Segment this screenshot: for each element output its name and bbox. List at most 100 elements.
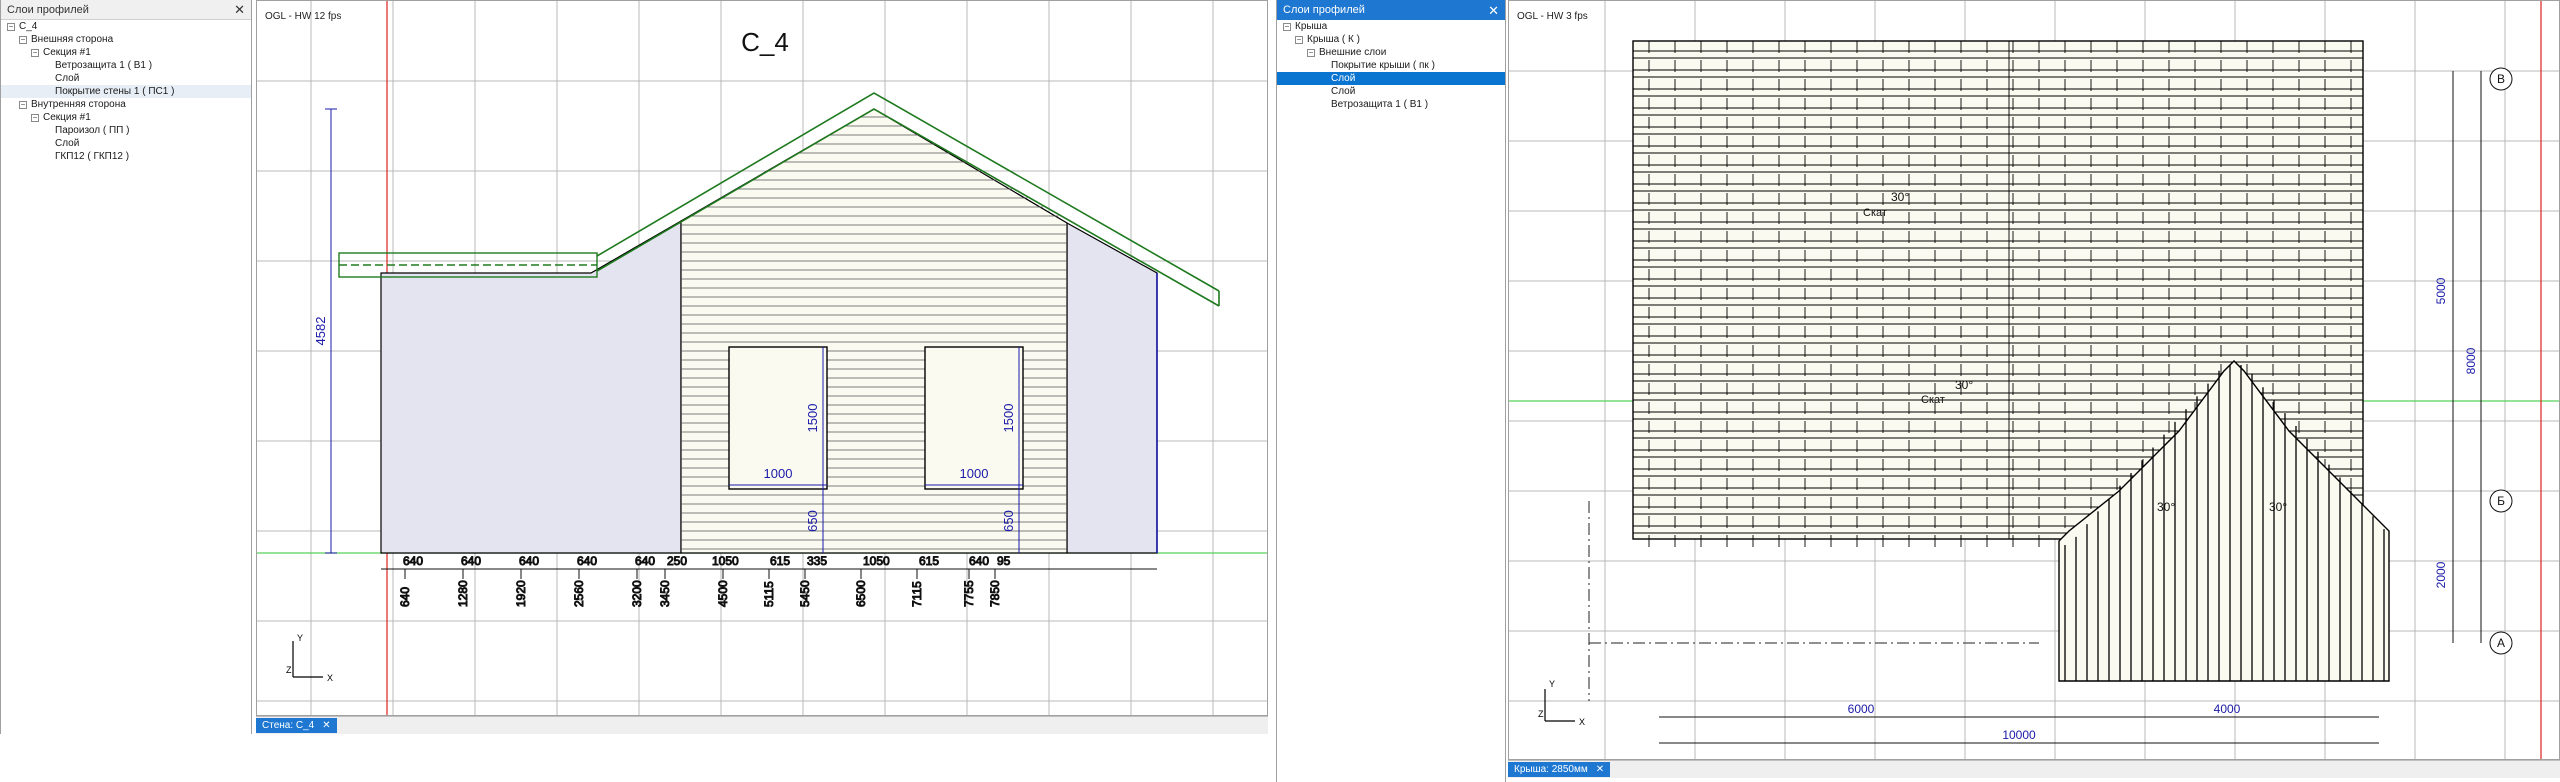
right-axis-gizmo: Y X Z — [1538, 679, 1585, 727]
left-tree-label: Секция #1 — [43, 112, 91, 123]
bottom-dim-label: 615 — [770, 554, 790, 568]
right-tree-item[interactable]: − Крыша — [1277, 20, 1505, 33]
slope-unit-2: Скат — [1921, 394, 1945, 406]
cumulative-dim-label: 3200 — [630, 580, 644, 607]
window1-height-dim: 1500 — [805, 404, 820, 433]
window2-sill-dim: 650 — [1001, 510, 1016, 532]
bottom-dim-label: 640 — [403, 554, 423, 568]
collapse-toggle-icon[interactable]: − — [1307, 48, 1315, 57]
left-tree-item[interactable]: − Внешняя сторона — [1, 33, 251, 46]
left-tree-item[interactable]: − Секция #1 — [1, 111, 251, 124]
left-layer-tree: − С_4− Внешняя сторона − Секция #1 Ветрозащит… — [1, 20, 251, 163]
slope-label-1: 30° — [1891, 190, 1909, 204]
bottom-dim-label: 335 — [807, 554, 827, 568]
tab-wall-c4[interactable]: Стена: С_4 ✕ — [256, 718, 337, 733]
bottom-dim-label: 640 — [577, 554, 597, 568]
height-dimension: 4582 — [313, 317, 328, 346]
roof-plan-viewport[interactable]: OGL - HW 3 fps 5000 8000 2000 В Б А 30° … — [1508, 0, 2560, 760]
cumulative-dim-label: 5450 — [798, 580, 812, 607]
tab-roof[interactable]: Крыша: 2850мм ✕ — [1508, 762, 1611, 777]
left-profile-layers-panel: Слои профилей ✕ − С_4− Внешняя сторона − Сек… — [0, 0, 252, 734]
window1-sill-dim: 650 — [805, 510, 820, 532]
collapse-toggle-icon[interactable]: − — [19, 100, 27, 109]
axis-bubble-b: Б — [2497, 494, 2505, 508]
dim-6000: 6000 — [1848, 702, 1875, 716]
right-tree-label: Крыша ( К ) — [1307, 34, 1360, 45]
slope-label-3: 30° — [2157, 500, 2175, 514]
collapse-toggle-icon[interactable]: − — [7, 22, 15, 31]
right-tree-item[interactable]: Слой — [1277, 85, 1505, 98]
left-tree-label: Внутренняя сторона — [31, 99, 126, 110]
left-tree-label: ГКП12 ( ГКП12 ) — [55, 151, 130, 162]
left-tree-label: Слой — [55, 138, 80, 149]
left-tree-item[interactable]: − Секция #1 — [1, 46, 251, 59]
right-panel-close-icon[interactable]: ✕ — [1488, 4, 1499, 17]
tab-wall-c4-label: Стена: С_4 — [262, 720, 315, 731]
cumulative-dim-label: 640 — [398, 587, 412, 607]
bottom-dim-label: 1050 — [863, 554, 890, 568]
right-layer-tree: − Крыша − Крыша ( К ) − Внешние слои Покрытие … — [1277, 20, 1505, 111]
window2-height-dim: 1500 — [1001, 404, 1016, 433]
right-tree-label: Ветрозащита 1 ( В1 ) — [1331, 99, 1429, 110]
left-tree-item[interactable]: Слой — [1, 137, 251, 150]
bottom-dim-label: 640 — [519, 554, 539, 568]
dim-2000: 2000 — [2434, 561, 2448, 588]
dim-8000: 8000 — [2464, 347, 2478, 374]
right-tree-item[interactable]: Покрытие крыши ( пк ) — [1277, 59, 1505, 72]
right-tree-label: Внешние слои — [1319, 47, 1387, 58]
collapse-toggle-icon[interactable]: − — [1295, 35, 1303, 44]
left-tree-item[interactable]: − Внутренняя сторона — [1, 98, 251, 111]
bottom-dim-label: 615 — [919, 554, 939, 568]
axis-bubble-a: А — [2497, 636, 2505, 650]
window1-width-dim: 1000 — [764, 466, 793, 481]
right-tree-label: Слой — [1331, 86, 1356, 97]
dim-5000: 5000 — [2434, 277, 2448, 304]
left-tree-item[interactable]: Ветрозащита 1 ( В1 ) — [1, 59, 251, 72]
left-tree-item[interactable]: Слой — [1, 72, 251, 85]
cumulative-dim-label: 6500 — [854, 580, 868, 607]
right-tree-item[interactable]: Ветрозащита 1 ( В1 ) — [1277, 98, 1505, 111]
tab-roof-close-icon[interactable]: ✕ — [1596, 764, 1604, 775]
left-tree-label: Внешняя сторона — [31, 34, 114, 45]
right-tree-label: Слой — [1331, 73, 1356, 84]
left-axis-z: Z — [286, 665, 292, 675]
left-tabbar: Стена: С_4 ✕ — [256, 716, 1268, 734]
bottom-dim-label: 640 — [969, 554, 989, 568]
cumulative-dim-label: 5115 — [762, 581, 776, 607]
left-tree-item[interactable]: Пароизол ( ПП ) — [1, 124, 251, 137]
collapse-toggle-icon[interactable]: − — [1283, 22, 1291, 31]
bottom-dim-label: 640 — [635, 554, 655, 568]
left-tree-item[interactable]: Покрытие стены 1 ( ПС1 ) — [1, 85, 251, 98]
left-tree-item[interactable]: − С_4 — [1, 20, 251, 33]
cumulative-dim-label: 1280 — [456, 580, 470, 607]
bottom-dim-label: 250 — [667, 554, 687, 568]
wall-elevation-viewport[interactable]: OGL - HW 12 fps 4582 1000 1000 1500 1500… — [256, 0, 1268, 716]
left-panel-close-icon[interactable]: ✕ — [234, 3, 245, 16]
collapse-toggle-icon[interactable]: − — [31, 113, 39, 122]
collapse-toggle-icon[interactable]: − — [31, 48, 39, 57]
cumulative-dim-label: 4500 — [716, 580, 730, 607]
left-axis-x: X — [327, 673, 333, 683]
collapse-toggle-icon[interactable]: − — [19, 35, 27, 44]
slope-label-2: 30° — [1955, 378, 1973, 392]
right-tree-item[interactable]: Слой — [1277, 72, 1505, 85]
right-profile-layers-panel: Слои профилей ✕ − Крыша − Крыша ( К ) − Внешн… — [1276, 0, 1506, 782]
left-render-info: OGL - HW 12 fps — [265, 11, 342, 22]
right-tree-item[interactable]: − Крыша ( К ) — [1277, 33, 1505, 46]
cumulative-dim-label: 7755 — [962, 580, 976, 607]
left-axis-gizmo: Y X Z — [286, 633, 333, 683]
left-tree-item[interactable]: ГКП12 ( ГКП12 ) — [1, 150, 251, 163]
left-tree-label: Секция #1 — [43, 47, 91, 58]
window2-width-dim: 1000 — [960, 466, 989, 481]
slope-label-4: 30° — [2269, 500, 2287, 514]
left-tree-label: Ветрозащита 1 ( В1 ) — [55, 60, 153, 71]
dim-4000: 4000 — [2214, 702, 2241, 716]
right-tree-label: Крыша — [1295, 21, 1328, 32]
cumulative-dim-label: 2560 — [572, 580, 586, 607]
left-panel-title: Слои профилей — [7, 3, 89, 16]
bottom-dim-label: 95 — [997, 554, 1011, 568]
left-tree-label: Пароизол ( ПП ) — [55, 125, 130, 136]
right-tree-item[interactable]: − Внешние слои — [1277, 46, 1505, 59]
right-render-info: OGL - HW 3 fps — [1517, 11, 1588, 22]
tab-wall-c4-close-icon[interactable]: ✕ — [322, 720, 330, 731]
